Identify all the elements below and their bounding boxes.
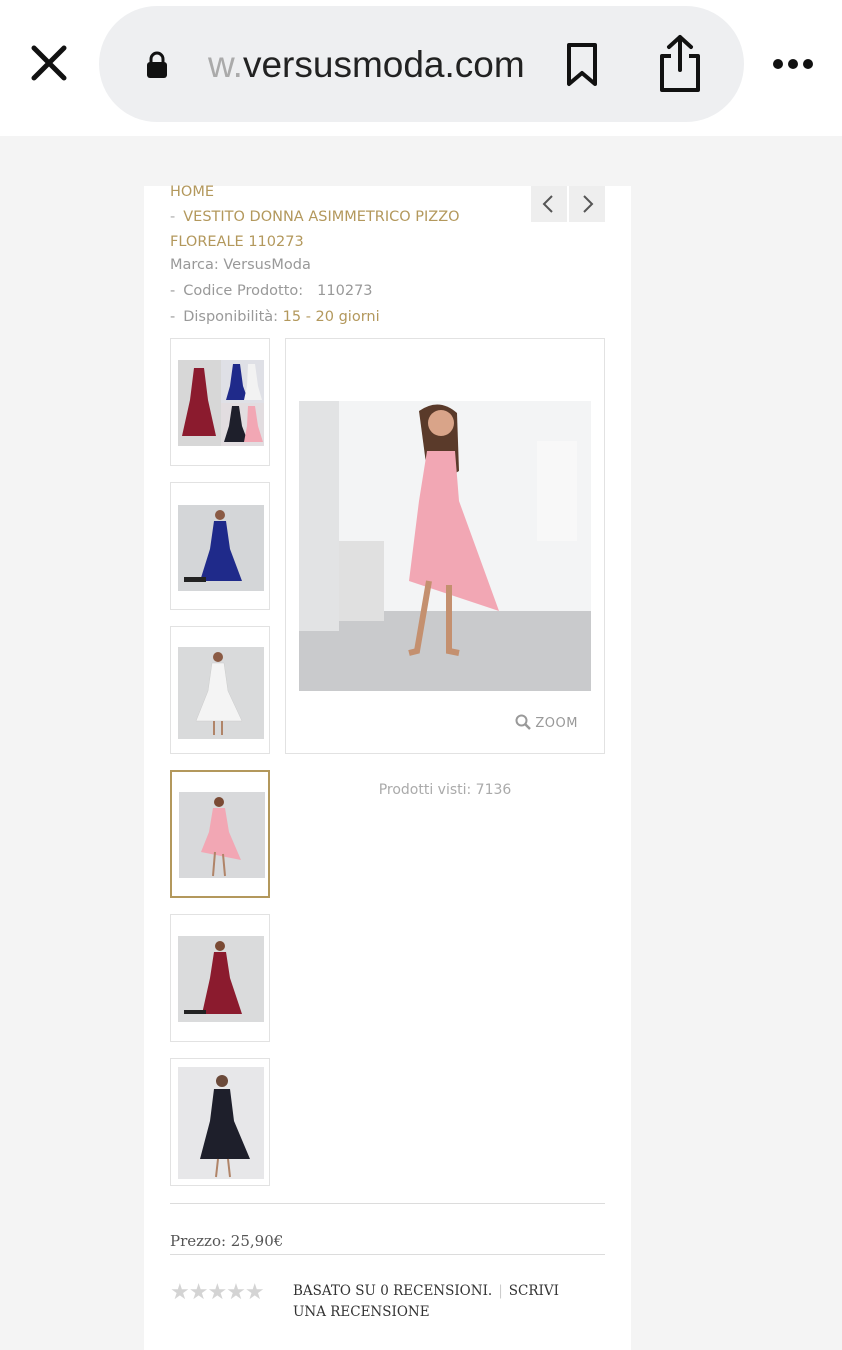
lock-icon <box>146 50 168 80</box>
bookmark-icon[interactable] <box>565 42 599 88</box>
thumb-image <box>178 505 264 591</box>
product-code: - Codice Prodotto: 110273 <box>170 281 373 301</box>
info-dash: - <box>170 283 176 299</box>
rating-stars[interactable]: ★★★★★ <box>170 1280 265 1305</box>
browser-toolbar: w.versusmoda.com <box>0 0 842 136</box>
url-prefix: w. <box>208 44 243 85</box>
reviews-line: BASATO SU 0 RECENSIONI. | SCRIVI UNA RECEN… <box>293 1281 593 1323</box>
thumb-burgundy-dress[interactable] <box>170 914 270 1042</box>
availability-value: 15 - 20 giorni <box>282 309 380 325</box>
main-image-box: ZOOM <box>285 338 605 754</box>
breadcrumb-product-line2[interactable]: FLOREALE 110273 <box>170 232 304 252</box>
thumb-image <box>179 792 265 878</box>
divider <box>170 1254 605 1255</box>
product-page: HOME - VESTITO DONNA ASIMMETRICO PIZZO FL… <box>144 184 631 1350</box>
divider <box>170 1203 605 1204</box>
chevron-left-icon <box>542 195 553 213</box>
product-code-value: 110273 <box>317 283 373 299</box>
next-product-button[interactable] <box>569 186 605 222</box>
zoom-button[interactable]: ZOOM <box>515 714 578 731</box>
url-text[interactable]: w.versusmoda.com <box>208 40 525 90</box>
thumb-black-dress[interactable] <box>170 1058 270 1186</box>
price: Prezzo: 25,90€ <box>170 1232 284 1250</box>
breadcrumb-home[interactable]: HOME <box>170 182 214 202</box>
availability-label: Disponibilità: <box>183 309 279 325</box>
thumb-image <box>178 1067 264 1179</box>
share-icon[interactable] <box>657 34 703 94</box>
thumb-pink-dress[interactable] <box>170 770 270 898</box>
breadcrumb-product-line1[interactable]: - VESTITO DONNA ASIMMETRICO PIZZO <box>170 207 460 227</box>
info-dash: - <box>170 309 176 325</box>
product-code-label: Codice Prodotto: <box>183 283 304 299</box>
more-icon[interactable] <box>772 56 814 72</box>
reviews-separator: | <box>498 1283 503 1299</box>
zoom-icon <box>515 714 532 730</box>
thumb-blue-dress[interactable] <box>170 482 270 610</box>
brand-info: Marca: VersusModa <box>170 257 311 273</box>
breadcrumb-product-text: VESTITO DONNA ASIMMETRICO PIZZO <box>183 209 460 225</box>
chevron-right-icon <box>583 195 594 213</box>
thumb-collage[interactable] <box>170 338 270 466</box>
close-icon[interactable] <box>28 42 70 84</box>
reviews-count: BASATO SU 0 RECENSIONI. <box>293 1283 493 1299</box>
url-domain: versusmoda.com <box>242 44 525 85</box>
view-count: Prodotti visti: 7136 <box>378 782 512 798</box>
thumb-image <box>178 647 264 739</box>
zoom-label: ZOOM <box>535 716 578 731</box>
breadcrumb-dash: - <box>170 209 176 225</box>
availability: - Disponibilità: 15 - 20 giorni <box>170 307 380 327</box>
main-product-image[interactable] <box>299 401 591 691</box>
thumb-image <box>178 936 264 1022</box>
thumb-white-dress[interactable] <box>170 626 270 754</box>
thumb-image <box>178 360 264 446</box>
prev-product-button[interactable] <box>531 186 567 222</box>
